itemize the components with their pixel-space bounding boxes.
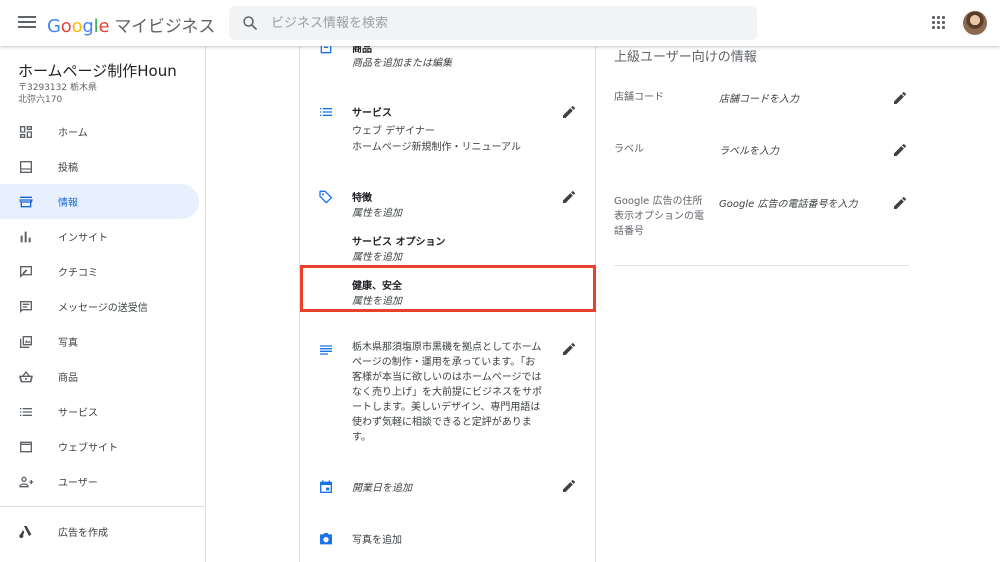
edit-description-pencil-icon[interactable] [561, 341, 577, 357]
posts-icon [20, 161, 32, 173]
add-person-icon [19, 476, 34, 488]
dashboard-icon [20, 126, 32, 138]
list-icon [20, 408, 32, 416]
hamburger-menu-icon[interactable] [18, 14, 36, 32]
health-safety-value[interactable]: 属性を追加 [352, 292, 402, 307]
sidebar-nav: ホーム 投稿 情報 インサイト クチコミ メッセージの送受信 写真 商品 サービ… [0, 114, 205, 549]
add-photos-link[interactable]: 写真を追加 [352, 531, 402, 546]
reviews-icon [20, 266, 32, 278]
products-value[interactable]: 商品を追加または編集 [352, 54, 452, 69]
services-line2: ホームページ新規制作・リニューアル [352, 142, 521, 153]
sidebar-item-messages[interactable]: メッセージの送受信 [0, 289, 199, 324]
advanced-info-title: 上級ユーザー向けの情報 [614, 50, 757, 65]
sidebar-item-info[interactable]: 情報 [0, 184, 199, 219]
ad-phone-value[interactable]: Google 広告の電話番号を入力 [719, 195, 857, 210]
sidebar-item-products[interactable]: 商品 [0, 359, 199, 394]
message-icon [20, 301, 32, 313]
products-icon [320, 46, 332, 54]
attributes-value[interactable]: 属性を追加 [352, 204, 402, 219]
edit-labels-pencil-icon[interactable] [892, 142, 908, 158]
sidebar-item-website[interactable]: ウェブサイト [0, 429, 199, 464]
insights-bar-icon [20, 231, 31, 243]
search-icon [243, 16, 257, 30]
sidebar: ホームページ制作Houn 〒3293132 栃木県 北弥六170 ホーム 投稿 … [0, 46, 206, 562]
labels-label: ラベル [614, 144, 644, 155]
account-avatar[interactable] [963, 11, 987, 35]
description-notes-icon [320, 345, 332, 355]
sidebar-item-insights[interactable]: インサイト [0, 219, 199, 254]
product-name: マイビジネス [114, 17, 216, 37]
service-options-title: サービス オプション [352, 237, 446, 248]
search-input[interactable] [271, 6, 741, 40]
top-app-bar: Google マイビジネス [0, 0, 1000, 46]
web-icon [20, 441, 32, 453]
search-bar[interactable] [229, 6, 757, 40]
services-line1: ウェブ デザイナー [352, 126, 435, 137]
edit-store-code-pencil-icon[interactable] [892, 90, 908, 106]
info-card: 商品 商品を追加または編集 サービス ウェブ デザイナー ホームページ新規制作・… [299, 46, 596, 562]
sidebar-item-posts[interactable]: 投稿 [0, 149, 199, 184]
storefront-icon [19, 196, 33, 208]
health-safety-title: 健康、安全 [352, 281, 402, 292]
google-ads-icon [19, 526, 32, 538]
edit-attributes-pencil-icon[interactable] [561, 189, 577, 205]
attributes-title: 特徴 [352, 193, 372, 204]
sidebar-divider [0, 506, 205, 507]
opening-date-value[interactable]: 開業日を追加 [352, 479, 412, 494]
store-code-value[interactable]: 店舗コードを入力 [719, 90, 799, 105]
photo-library-icon [20, 336, 32, 348]
sidebar-item-reviews[interactable]: クチコミ [0, 254, 199, 289]
business-description: 栃木県那須塩原市黒磯を拠点としてホームページの制作・運用を承っています。「お客様… [352, 342, 542, 443]
business-address: 〒3293132 栃木県 北弥六170 [18, 83, 97, 105]
advanced-info-panel: 上級ユーザー向けの情報 店舗コード 店舗コードを入力 ラベル ラベルを入力 Go… [596, 46, 1000, 562]
store-code-label: 店舗コード [614, 92, 664, 103]
business-name: ホームページ制作Houn [18, 62, 177, 80]
sidebar-item-photos[interactable]: 写真 [0, 324, 199, 359]
attributes-tag-icon [319, 190, 333, 204]
calendar-icon [320, 480, 332, 493]
google-my-business-logo[interactable]: Google マイビジネス [47, 12, 215, 37]
basket-icon [19, 371, 33, 383]
sidebar-item-create-ad[interactable]: 広告を作成 [0, 514, 199, 549]
ad-phone-label: Google 広告の住所表示オプションの電話番号 [614, 196, 704, 237]
add-photo-camera-icon [320, 533, 332, 545]
sidebar-item-home[interactable]: ホーム [0, 114, 199, 149]
services-list-icon [320, 108, 332, 116]
google-apps-icon[interactable] [932, 16, 946, 30]
edit-ad-phone-pencil-icon[interactable] [892, 195, 908, 211]
sidebar-item-services[interactable]: サービス [0, 394, 199, 429]
sidebar-item-users[interactable]: ユーザー [0, 464, 199, 499]
advanced-divider [614, 265, 909, 266]
edit-services-pencil-icon[interactable] [561, 104, 577, 120]
service-options-value[interactable]: 属性を追加 [352, 248, 402, 263]
edit-opening-date-pencil-icon[interactable] [561, 478, 577, 494]
labels-value[interactable]: ラベルを入力 [719, 142, 779, 157]
services-title: サービス [352, 108, 392, 119]
